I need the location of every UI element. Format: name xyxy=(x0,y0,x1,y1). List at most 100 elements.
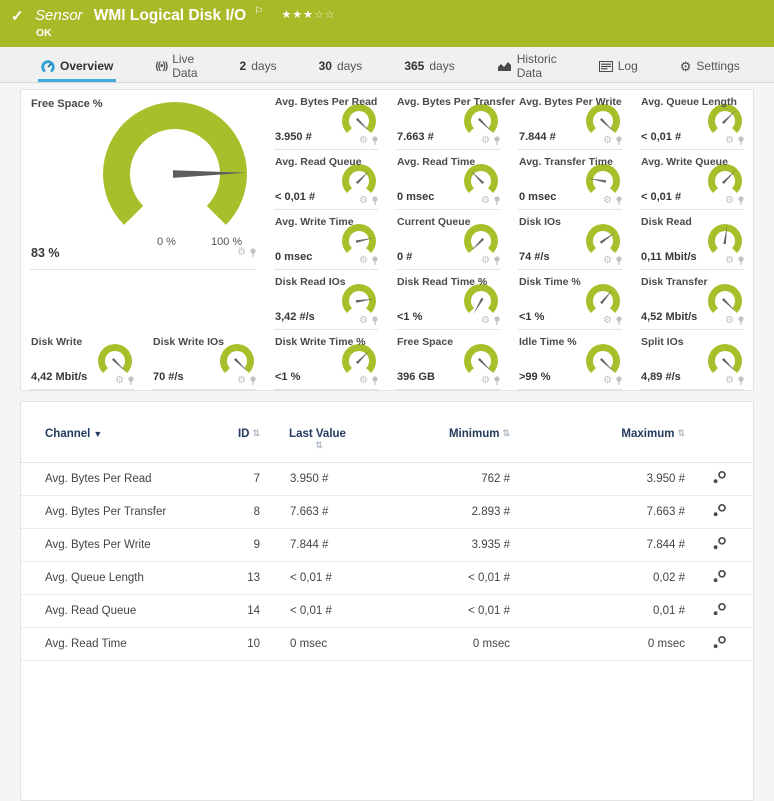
tab-live-data[interactable]: ((•))Live Data xyxy=(152,47,200,82)
pin-icon[interactable] xyxy=(493,196,501,206)
gauge-tile[interactable]: Split IOs4,89 #/s⚙ xyxy=(631,330,753,390)
pin-icon[interactable] xyxy=(737,136,745,146)
gauge-settings-gear-icon[interactable]: ⚙ xyxy=(237,248,246,258)
pin-icon[interactable] xyxy=(493,256,501,266)
pin-icon[interactable] xyxy=(249,248,257,258)
cell-channel[interactable]: Avg. Bytes Per Write xyxy=(21,529,210,562)
pin-icon[interactable] xyxy=(737,376,745,386)
priority-flag-icon[interactable]: ⚐ xyxy=(254,6,263,17)
cell-channel[interactable]: Avg. Read Queue xyxy=(21,595,210,628)
pin-icon[interactable] xyxy=(615,196,623,206)
gauge-tile[interactable]: Avg. Read Time0 msec⚙ xyxy=(387,150,509,210)
gauge-settings-gear-icon[interactable]: ⚙ xyxy=(603,376,612,386)
table-row[interactable]: Avg. Bytes Per Write97.844 #3.935 #7.844… xyxy=(21,529,753,562)
channel-edit-icon[interactable] xyxy=(712,470,727,485)
gauge-tile[interactable]: Disk Time %<1 %⚙ xyxy=(509,270,631,330)
gauge-settings-gear-icon[interactable]: ⚙ xyxy=(481,196,490,206)
table-row[interactable]: Avg. Bytes Per Read73.950 #762 #3.950 # xyxy=(21,463,753,496)
pin-icon[interactable] xyxy=(493,316,501,326)
gauge-settings-gear-icon[interactable]: ⚙ xyxy=(725,256,734,266)
column-header-channel[interactable]: Channel▼ xyxy=(21,422,210,463)
gauge-settings-gear-icon[interactable]: ⚙ xyxy=(725,196,734,206)
gauge-tile[interactable]: Avg. Read Queue< 0,01 #⚙ xyxy=(265,150,387,210)
pin-icon[interactable] xyxy=(371,376,379,386)
table-row[interactable]: Avg. Queue Length13< 0,01 #< 0,01 #0,02 … xyxy=(21,562,753,595)
gauge-tile[interactable]: Current Queue0 #⚙ xyxy=(387,210,509,270)
sort-icon[interactable]: ⇅ xyxy=(677,428,685,438)
pin-icon[interactable] xyxy=(615,256,623,266)
gauge-tile[interactable]: Avg. Bytes Per Read3.950 #⚙ xyxy=(265,90,387,150)
gauge-settings-gear-icon[interactable]: ⚙ xyxy=(725,316,734,326)
channel-edit-icon[interactable] xyxy=(712,602,727,617)
gauge-tile[interactable]: Disk Write IOs70 #/s⚙ xyxy=(143,330,265,390)
gauge-settings-gear-icon[interactable]: ⚙ xyxy=(481,316,490,326)
favorite-rating[interactable]: ★★★☆☆ xyxy=(281,9,335,21)
gauge-tile[interactable]: Disk Read Time %<1 %⚙ xyxy=(387,270,509,330)
cell-actions[interactable] xyxy=(685,595,753,628)
gauge-tile[interactable]: Disk Write Time %<1 %⚙ xyxy=(265,330,387,390)
gauge-settings-gear-icon[interactable]: ⚙ xyxy=(481,376,490,386)
column-header-id[interactable]: ID⇅ xyxy=(210,422,260,463)
gauge-tile[interactable]: Disk Read IOs3,42 #/s⚙ xyxy=(265,270,387,330)
pin-icon[interactable] xyxy=(493,376,501,386)
cell-channel[interactable]: Avg. Queue Length xyxy=(21,562,210,595)
pin-icon[interactable] xyxy=(615,376,623,386)
gauge-tile[interactable]: Avg. Bytes Per Write7.844 #⚙ xyxy=(509,90,631,150)
pin-icon[interactable] xyxy=(249,376,257,386)
tab-365-days[interactable]: 365days xyxy=(401,47,457,82)
gauge-tile[interactable]: Avg. Queue Length< 0,01 #⚙ xyxy=(631,90,753,150)
tab-overview[interactable]: Overview xyxy=(38,47,116,82)
gauge-settings-gear-icon[interactable]: ⚙ xyxy=(603,136,612,146)
gauge-tile[interactable]: Free Space396 GB⚙ xyxy=(387,330,509,390)
gauge-settings-gear-icon[interactable]: ⚙ xyxy=(359,256,368,266)
channel-edit-icon[interactable] xyxy=(712,635,727,650)
channel-sort-dropdown-icon[interactable]: ▼ xyxy=(93,429,102,439)
channel-edit-icon[interactable] xyxy=(712,536,727,551)
sort-icon[interactable]: ⇅ xyxy=(502,428,510,438)
pin-icon[interactable] xyxy=(371,196,379,206)
gauge-settings-gear-icon[interactable]: ⚙ xyxy=(725,136,734,146)
pin-icon[interactable] xyxy=(615,136,623,146)
pin-icon[interactable] xyxy=(493,136,501,146)
gauge-tile[interactable]: Avg. Write Time0 msec⚙ xyxy=(265,210,387,270)
gauge-tile[interactable]: Disk IOs74 #/s⚙ xyxy=(509,210,631,270)
tab-2-days[interactable]: 2days xyxy=(237,47,280,82)
gauge-settings-gear-icon[interactable]: ⚙ xyxy=(481,136,490,146)
gauge-tile[interactable]: Idle Time %>99 %⚙ xyxy=(509,330,631,390)
cell-channel[interactable]: Avg. Read Time xyxy=(21,628,210,661)
cell-actions[interactable] xyxy=(685,562,753,595)
gauge-tile[interactable]: Disk Read0,11 Mbit/s⚙ xyxy=(631,210,753,270)
gauge-tile[interactable]: Disk Transfer4,52 Mbit/s⚙ xyxy=(631,270,753,330)
gauge-tile-primary[interactable]: Free Space %0 %100 %83 %⚙ xyxy=(21,90,265,270)
gauge-settings-gear-icon[interactable]: ⚙ xyxy=(359,136,368,146)
cell-actions[interactable] xyxy=(685,529,753,562)
cell-actions[interactable] xyxy=(685,628,753,661)
pin-icon[interactable] xyxy=(615,316,623,326)
tab-log[interactable]: Log xyxy=(596,47,641,82)
column-header-minimum[interactable]: Minimum⇅ xyxy=(375,422,510,463)
gauge-settings-gear-icon[interactable]: ⚙ xyxy=(237,376,246,386)
gauge-settings-gear-icon[interactable]: ⚙ xyxy=(603,316,612,326)
cell-actions[interactable] xyxy=(685,496,753,529)
table-row[interactable]: Avg. Read Queue14< 0,01 #< 0,01 #0,01 # xyxy=(21,595,753,628)
gauge-settings-gear-icon[interactable]: ⚙ xyxy=(725,376,734,386)
cell-actions[interactable] xyxy=(685,463,753,496)
pin-icon[interactable] xyxy=(371,136,379,146)
pin-icon[interactable] xyxy=(371,316,379,326)
gauge-tile[interactable]: Avg. Transfer Time0 msec⚙ xyxy=(509,150,631,210)
gauge-settings-gear-icon[interactable]: ⚙ xyxy=(603,196,612,206)
pin-icon[interactable] xyxy=(371,256,379,266)
channel-edit-icon[interactable] xyxy=(712,503,727,518)
gauge-settings-gear-icon[interactable]: ⚙ xyxy=(115,376,124,386)
pin-icon[interactable] xyxy=(737,316,745,326)
gauge-tile[interactable]: Avg. Bytes Per Transfer7.663 #⚙ xyxy=(387,90,509,150)
gauge-settings-gear-icon[interactable]: ⚙ xyxy=(359,376,368,386)
gauge-settings-gear-icon[interactable]: ⚙ xyxy=(603,256,612,266)
cell-channel[interactable]: Avg. Bytes Per Read xyxy=(21,463,210,496)
pin-icon[interactable] xyxy=(737,196,745,206)
column-header-last-value[interactable]: Last Value ⇅ xyxy=(260,422,375,463)
stars-empty[interactable]: ☆☆ xyxy=(314,9,336,21)
sort-icon[interactable]: ⇅ xyxy=(315,440,323,450)
tab-historic-data[interactable]: Historic Data xyxy=(494,47,560,82)
tab-30-days[interactable]: 30days xyxy=(316,47,366,82)
